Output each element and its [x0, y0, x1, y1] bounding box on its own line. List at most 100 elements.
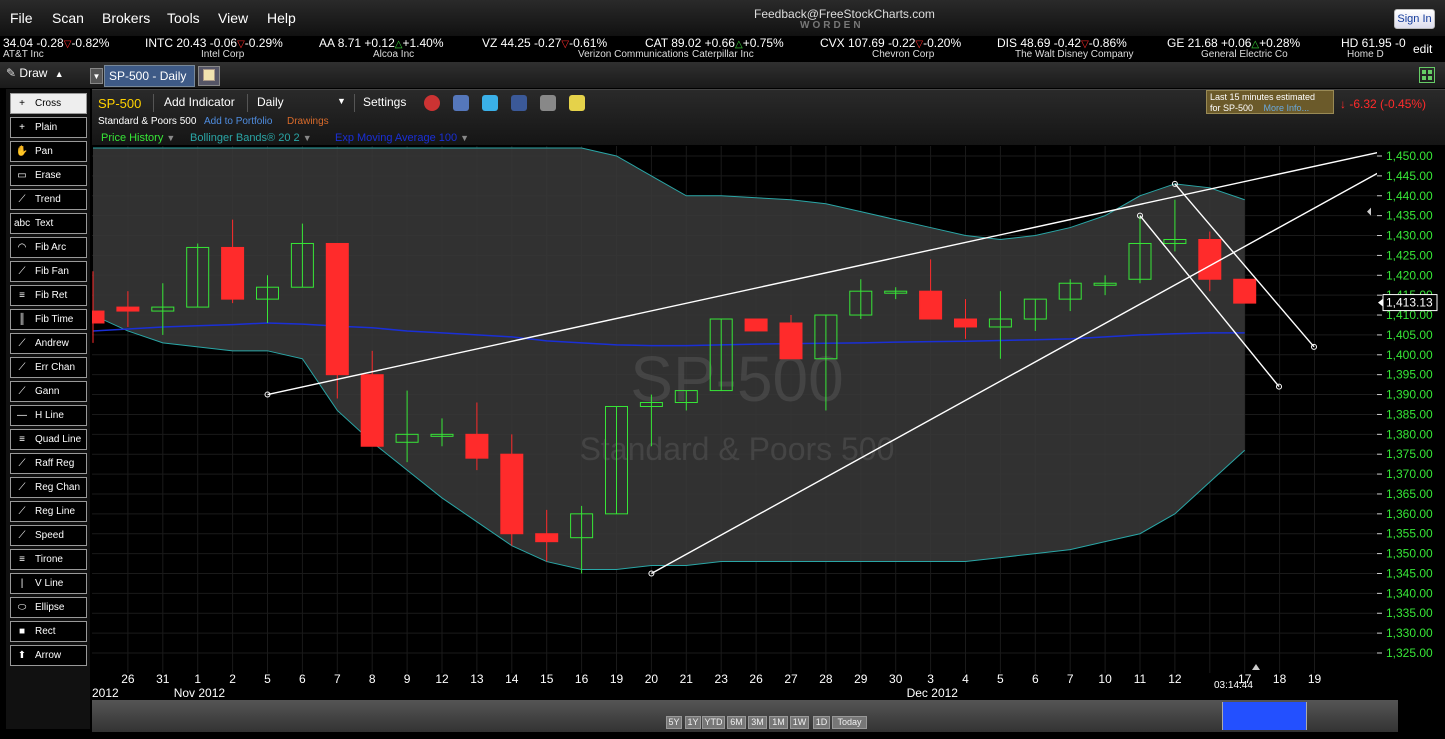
range-1d[interactable]: 1D — [813, 716, 830, 729]
tool-arrow[interactable]: ⬆ Arrow — [10, 645, 87, 666]
ticker-item[interactable]: DIS 48.69 -0.42▽-0.86% The Walt Disney Co… — [997, 36, 1134, 60]
menu-brokers[interactable]: Brokers — [102, 10, 150, 26]
candle-body[interactable] — [919, 290, 943, 320]
tool-fib-ret[interactable]: ≡ Fib Ret — [10, 285, 87, 306]
tool-text[interactable]: abc Text — [10, 213, 87, 234]
draw-toggle[interactable]: ✎ Draw ▲ — [6, 66, 64, 80]
tool-speed[interactable]: ⟋ Speed — [10, 525, 87, 546]
tool-erase[interactable]: ▭ Erase — [10, 165, 87, 186]
range-today[interactable]: Today — [832, 716, 867, 729]
edit-link[interactable]: edit — [1413, 42, 1432, 56]
ticker-item[interactable]: INTC 20.43 -0.06▽-0.29% Intel Corp — [145, 36, 283, 60]
tool-reg-line[interactable]: ⟋ Reg Line — [10, 501, 87, 522]
tool-ellipse[interactable]: ⬭ Ellipse — [10, 597, 87, 618]
tool-raff-reg[interactable]: ⟋ Raff Reg — [10, 453, 87, 474]
twitter-icon[interactable] — [482, 95, 498, 111]
ticker-quote: CAT 89.02 +0.66△+0.75% — [645, 36, 784, 50]
facebook-icon[interactable] — [511, 95, 527, 111]
tool-fib-arc[interactable]: ◠ Fib Arc — [10, 237, 87, 258]
candle-body[interactable] — [535, 533, 559, 543]
ticker-item[interactable]: VZ 44.25 -0.27▽-0.61% Verizon Communicati… — [482, 36, 689, 60]
menu-view[interactable]: View — [218, 10, 248, 26]
candle-body[interactable] — [1198, 238, 1222, 280]
ticker-item[interactable]: CVX 107.69 -0.22▽-0.20% Chevron Corp — [820, 36, 961, 60]
candle-body[interactable] — [116, 306, 140, 312]
tool-quad-line[interactable]: ≡ Quad Line — [10, 429, 87, 450]
x-tick-label: 30 — [889, 672, 903, 686]
ticker-change: -0.22 — [888, 36, 916, 50]
ticker-price: 34.04 — [3, 36, 37, 50]
tool-trend[interactable]: ⟋ Trend — [10, 189, 87, 210]
scroll-window[interactable] — [1222, 702, 1307, 730]
price-chart[interactable]: SP-500Standard & Poors 5001,450.001,445.… — [92, 146, 1445, 700]
sign-in-button[interactable]: Sign In — [1394, 9, 1435, 29]
add-to-portfolio-link[interactable]: Add to Portfolio — [204, 116, 272, 127]
range-1y[interactable]: 1Y — [685, 716, 701, 729]
tool-plain[interactable]: + Plain — [10, 117, 87, 138]
tool-label: Andrew — [35, 338, 69, 349]
range-3m[interactable]: 3M — [748, 716, 767, 729]
tool-h-line[interactable]: — H Line — [10, 405, 87, 426]
menu-tools[interactable]: Tools — [167, 10, 200, 26]
symbol-label[interactable]: SP-500 — [98, 96, 141, 111]
add-indicator-button[interactable]: Add Indicator — [164, 95, 235, 109]
print-icon[interactable] — [453, 95, 469, 111]
layout-grid-icon[interactable] — [1419, 67, 1435, 83]
candle-body[interactable] — [954, 318, 977, 328]
tool-fib-time[interactable]: ║ Fib Time — [10, 309, 87, 330]
settings-button[interactable]: Settings — [363, 95, 406, 109]
more-info-link[interactable]: More Info... — [1264, 103, 1310, 113]
candle-body[interactable] — [744, 318, 768, 332]
range-1w[interactable]: 1W — [790, 716, 809, 729]
range-5y[interactable]: 5Y — [666, 716, 682, 729]
candle-body[interactable] — [360, 374, 384, 447]
menu-help[interactable]: Help — [267, 10, 296, 26]
menu-file[interactable]: File — [10, 10, 33, 26]
new-tab-button[interactable] — [198, 66, 220, 86]
share-icon[interactable] — [540, 95, 556, 111]
candle-body[interactable] — [221, 246, 245, 300]
tab-sp500-daily[interactable]: SP-500 - Daily — [104, 65, 195, 87]
drawings-link[interactable]: Drawings — [287, 116, 329, 127]
ticker-item[interactable]: HD 61.95 -0 Home D — [1341, 36, 1406, 60]
tool-rect[interactable]: ■ Rect — [10, 621, 87, 642]
y-tick-label: 1,420.00 — [1386, 268, 1433, 282]
tool-gann[interactable]: ⟋ Gann — [10, 381, 87, 402]
ticker-item[interactable]: CAT 89.02 +0.66△+0.75% Caterpillar Inc — [645, 36, 784, 60]
ticker-item[interactable]: 34.04 -0.28▽-0.82% AT&T Inc — [3, 36, 109, 60]
candle-body[interactable] — [325, 242, 349, 376]
y-tick-label: 1,365.00 — [1386, 487, 1433, 501]
indicator-bollinger[interactable]: Bollinger Bands® 20 2 ▼ — [190, 132, 312, 144]
tool-cross[interactable]: + Cross — [10, 93, 87, 114]
ticker-item[interactable]: AA 8.71 +0.12△+1.40% Alcoa Inc — [319, 36, 444, 60]
feedback-link[interactable]: Feedback@FreeStockCharts.com — [754, 7, 935, 21]
y-tick-label: 1,445.00 — [1386, 169, 1433, 183]
candle-body[interactable] — [92, 310, 105, 324]
candle-body[interactable] — [779, 322, 803, 360]
tool-fib-fan[interactable]: ⟋ Fib Fan — [10, 261, 87, 282]
x-tick-label: 5 — [997, 672, 1004, 686]
period-select[interactable]: Daily ▼ — [257, 95, 347, 109]
alarm-icon[interactable] — [424, 95, 440, 111]
tool-tirone[interactable]: ≡ Tirone — [10, 549, 87, 570]
tool-reg-chan[interactable]: ⟋ Reg Chan — [10, 477, 87, 498]
ticker-item[interactable]: GE 21.68 +0.06△+0.28% General Electric Co — [1167, 36, 1300, 60]
tool-pan[interactable]: ✋ Pan — [10, 141, 87, 162]
tool-v-line[interactable]: | V Line — [10, 573, 87, 594]
ticker-price: 107.69 — [848, 36, 889, 50]
tab-dropdown[interactable]: ▼ — [90, 68, 103, 84]
x-tick-label: 13 — [470, 672, 484, 686]
tool-andrew[interactable]: ⟋ Andrew — [10, 333, 87, 354]
candle-body[interactable] — [500, 453, 524, 535]
range-ytd[interactable]: YTD — [702, 716, 725, 729]
tool-err-chan[interactable]: ⟋ Err Chan — [10, 357, 87, 378]
candle-body[interactable] — [465, 433, 489, 459]
tool-label: Fib Ret — [35, 290, 68, 301]
indicator-price-history[interactable]: Price History ▼ — [101, 132, 175, 144]
menu-scan[interactable]: Scan — [52, 10, 84, 26]
indicator-ema[interactable]: Exp Moving Average 100 ▼ — [335, 132, 469, 144]
candle-body[interactable] — [1233, 278, 1257, 304]
range-6m[interactable]: 6M — [727, 716, 746, 729]
note-icon[interactable] — [569, 95, 585, 111]
range-1m[interactable]: 1M — [769, 716, 788, 729]
